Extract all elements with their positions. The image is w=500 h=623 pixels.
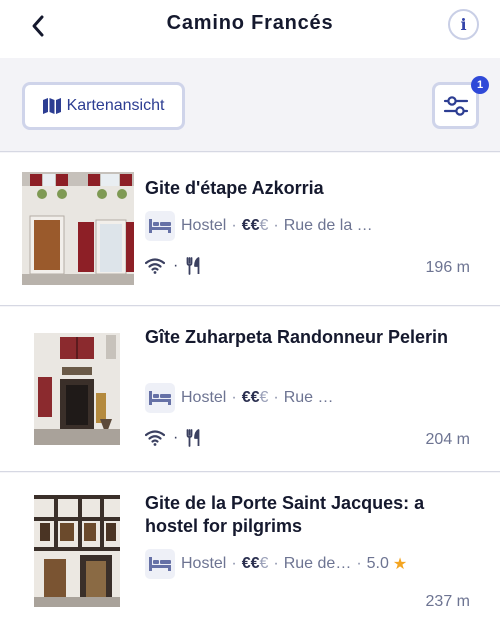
listing-type: Hostel xyxy=(181,555,227,572)
list-item[interactable]: Gite d'étape Azkorria Hostel · €€€ · Rue… xyxy=(0,153,500,306)
listing-meta: Hostel · €€€ · Rue … xyxy=(145,383,475,413)
bed-icon xyxy=(145,383,175,413)
info-icon: i xyxy=(460,15,467,34)
price-level: €€€ xyxy=(241,217,269,234)
bed-icon xyxy=(145,211,175,241)
listing-rating: 5.0 xyxy=(366,555,389,572)
bed-icon xyxy=(145,549,175,579)
listing-photo xyxy=(34,333,120,445)
map-view-label: Kartenansicht xyxy=(66,97,165,114)
amenities: · xyxy=(145,429,202,447)
listing-type: Hostel xyxy=(181,217,227,234)
distance: 204 m xyxy=(425,431,470,448)
toolbar: Kartenansicht xyxy=(0,58,500,152)
listing-name: Gîte Zuharpeta Randonneur Pelerin xyxy=(145,327,449,347)
listing-address: Rue … xyxy=(283,389,334,406)
sliders-icon xyxy=(443,95,468,116)
listing-meta: Hostel · €€€ · Rue de… · 5.0 ★ xyxy=(145,549,475,579)
top-bar: Camino Francés i xyxy=(0,0,500,58)
map-icon xyxy=(42,98,61,114)
listing-address: Rue de… xyxy=(283,555,352,572)
distance: 237 m xyxy=(425,593,470,610)
listing-type: Hostel xyxy=(181,389,227,406)
listing-address: Rue de la … xyxy=(283,217,373,234)
wifi-icon xyxy=(145,430,165,446)
filter-count-badge: 1 xyxy=(471,76,489,94)
page-title: Camino Francés xyxy=(166,12,334,34)
list-item[interactable]: Gite de la Porte Saint Jacques: a hostel… xyxy=(0,473,500,623)
price-level: €€€ xyxy=(241,555,269,572)
restaurant-icon xyxy=(186,429,200,447)
wifi-icon xyxy=(145,258,165,274)
listing-meta: Hostel · €€€ · Rue de la … xyxy=(145,211,475,241)
restaurant-icon xyxy=(186,257,200,275)
list-item[interactable]: Gîte Zuharpeta Randonneur Pelerin Hostel… xyxy=(0,307,500,472)
star-icon: ★ xyxy=(392,556,408,573)
listing-name: Gite de la Porte Saint Jacques: a hostel… xyxy=(145,493,425,536)
amenities: · xyxy=(145,257,202,275)
map-view-button[interactable]: Kartenansicht xyxy=(22,82,185,130)
distance: 196 m xyxy=(425,259,470,276)
price-level: €€€ xyxy=(241,389,269,406)
listing-photo xyxy=(22,172,134,285)
info-button[interactable]: i xyxy=(448,9,479,40)
listing-name: Gite d'étape Azkorria xyxy=(145,178,324,198)
listing-photo xyxy=(34,495,120,607)
